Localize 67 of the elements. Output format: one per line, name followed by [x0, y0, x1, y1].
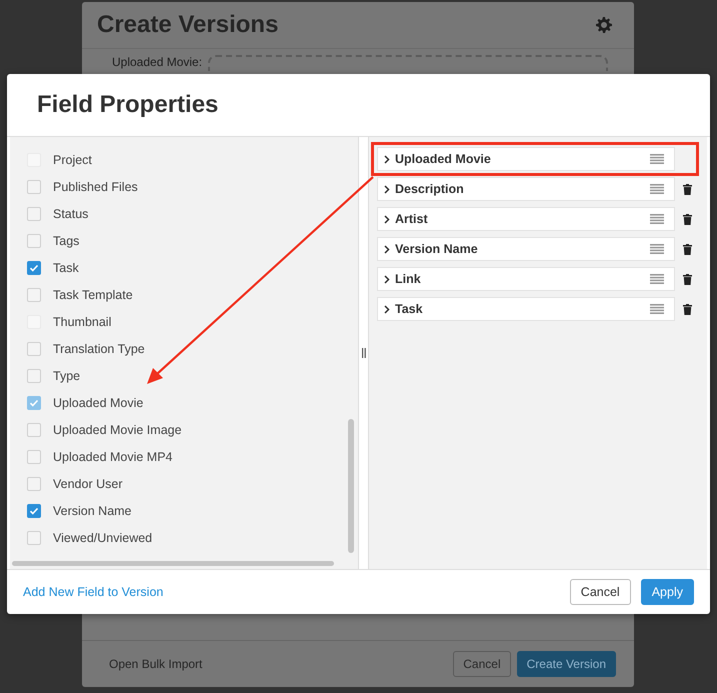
drag-handle-icon[interactable] [650, 184, 664, 194]
create-button[interactable]: Create Version [516, 651, 616, 677]
chevron-icon[interactable] [384, 154, 390, 164]
add-field-link[interactable]: Add New Field to Version [23, 585, 560, 599]
checkmark-icon [29, 398, 39, 408]
field-label[interactable]: Status [53, 206, 88, 220]
upload-drop-field[interactable] [208, 55, 608, 71]
field-label[interactable]: Published Files [53, 180, 138, 194]
checkbox[interactable] [27, 450, 41, 464]
checkmark-icon [29, 262, 39, 272]
checkbox[interactable] [27, 180, 41, 194]
drag-handle-icon[interactable] [650, 304, 664, 314]
chevron-icon[interactable] [384, 274, 390, 284]
checkbox[interactable] [27, 476, 41, 490]
field-row[interactable]: Version Name [377, 237, 675, 261]
field-row[interactable]: Task [377, 297, 675, 321]
field-name: Artist [395, 212, 429, 226]
field-name: Task [395, 302, 424, 316]
field-label[interactable]: Uploaded Movie Image [53, 422, 182, 436]
horizontal-scrollbar[interactable] [12, 561, 334, 566]
chevron-icon[interactable] [384, 304, 390, 314]
field-label: Uploaded Movie: [112, 55, 202, 69]
field-label[interactable]: Task Template [53, 288, 133, 302]
checkbox[interactable] [27, 206, 41, 220]
checkbox[interactable] [27, 504, 41, 518]
checkbox[interactable] [27, 368, 41, 382]
field-label[interactable]: Type [53, 368, 80, 382]
field-row[interactable]: Description [377, 177, 675, 201]
field-name: Description [395, 182, 465, 196]
splitter-handle-icon[interactable] [362, 348, 366, 358]
field-label[interactable]: Viewed/Unviewed [53, 530, 152, 544]
drag-handle-icon[interactable] [650, 244, 664, 254]
chevron-icon[interactable] [384, 214, 390, 224]
field-label[interactable]: Task [53, 260, 79, 274]
vertical-scrollbar[interactable] [348, 419, 354, 553]
checkbox[interactable] [27, 422, 41, 436]
trash-icon[interactable] [683, 184, 692, 194]
checkbox[interactable] [27, 530, 41, 544]
checkbox[interactable] [27, 234, 41, 248]
dialog-title: Create Versions [97, 11, 278, 39]
drag-handle-icon[interactable] [650, 214, 664, 224]
checkmark-icon [29, 506, 39, 516]
drag-handle-icon[interactable] [650, 154, 664, 164]
checkbox[interactable] [27, 260, 41, 274]
field-row[interactable]: Artist [377, 207, 675, 231]
modal-title: Field Properties [36, 90, 220, 120]
trash-icon[interactable] [683, 274, 692, 284]
field-label[interactable]: Translation Type [53, 342, 145, 356]
field-label[interactable]: Tags [53, 234, 80, 248]
chevron-icon[interactable] [384, 244, 390, 254]
checkbox[interactable] [27, 342, 41, 356]
field-name: Version Name [395, 242, 479, 256]
settings-icon[interactable] [596, 17, 612, 33]
chevron-icon[interactable] [384, 184, 390, 194]
trash-icon[interactable] [683, 304, 692, 314]
field-row[interactable]: Link [377, 267, 675, 291]
field-label[interactable]: Uploaded Movie MP4 [53, 450, 173, 464]
cancel-button[interactable]: Cancel [570, 579, 631, 605]
field-name: Uploaded Movie [395, 152, 492, 166]
trash-icon[interactable] [683, 244, 692, 254]
field-row[interactable]: Uploaded Movie [377, 147, 675, 171]
field-label[interactable]: Vendor User [53, 476, 122, 490]
field-label[interactable]: Version Name [53, 504, 132, 518]
checkbox[interactable] [27, 288, 41, 302]
trash-icon[interactable] [683, 214, 692, 224]
drag-handle-icon[interactable] [650, 274, 664, 284]
field-name: Link [395, 272, 422, 286]
